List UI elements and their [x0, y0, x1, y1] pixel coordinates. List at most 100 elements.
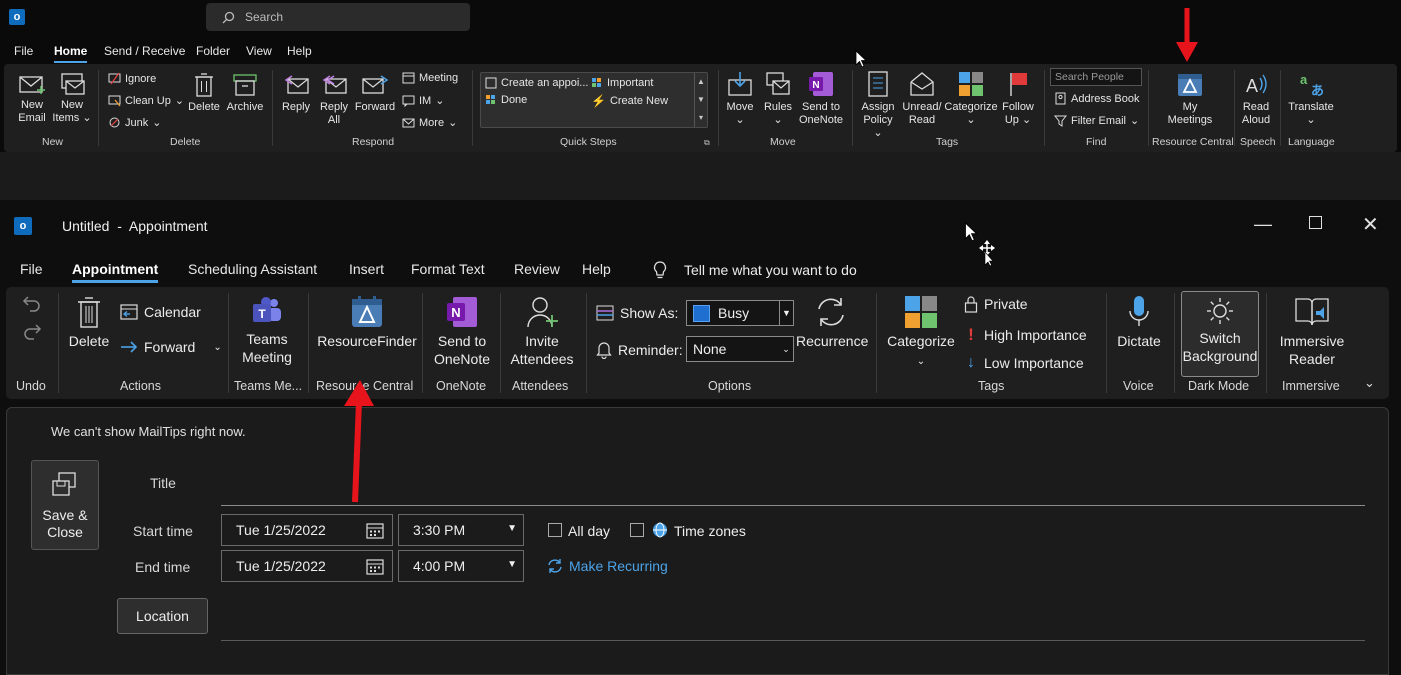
tab-view[interactable]: View — [246, 44, 272, 58]
delete-button[interactable]: Delete — [66, 295, 112, 350]
chevron-down-icon[interactable]: ⌄ — [213, 342, 221, 353]
im-button[interactable]: IM ⌄ — [402, 94, 444, 107]
group-label-teams: Teams Me... — [234, 379, 303, 393]
recurring-icon — [548, 559, 562, 573]
filter-email-button[interactable]: Filter Email ⌄ — [1054, 114, 1139, 127]
end-date-picker[interactable]: Tue 1/25/2022 — [221, 550, 393, 582]
immersive-reader-button[interactable]: Immersive Reader — [1272, 295, 1352, 368]
title-input[interactable] — [221, 505, 1365, 506]
archive-button[interactable]: Archive — [224, 72, 266, 114]
tab-help[interactable]: Help — [287, 44, 312, 58]
make-recurring-link[interactable]: Make Recurring — [547, 558, 668, 574]
forward-icon — [362, 75, 389, 94]
end-time-select[interactable]: 4:00 PM ▼ — [398, 550, 524, 582]
tab-review[interactable]: Review — [514, 261, 560, 277]
tell-me-search[interactable]: Tell me what you want to do — [652, 260, 857, 280]
quick-step-important[interactable]: Important — [591, 77, 653, 89]
reply-button[interactable]: Reply — [278, 72, 314, 114]
send-to-onenote-button[interactable]: N Send to OneNote — [798, 70, 844, 127]
quick-steps-scroll[interactable]: ▲ ▼ ▾ — [694, 73, 707, 127]
rules-button[interactable]: Rules ⌄ — [760, 70, 796, 127]
group-label-speech: Speech — [1240, 136, 1276, 148]
quick-steps-launcher-icon[interactable]: ⧉ — [704, 138, 710, 148]
reminder-label: Reminder: — [596, 341, 683, 359]
tab-scheduling-assistant[interactable]: Scheduling Assistant — [188, 261, 317, 277]
start-date-picker[interactable]: Tue 1/25/2022 — [221, 514, 393, 546]
ribbon-collapse-chevron-icon[interactable]: ⌄ — [1364, 375, 1375, 391]
time-zones-checkbox[interactable] — [630, 523, 644, 537]
redo-icon[interactable] — [22, 321, 42, 341]
tab-folder[interactable]: Folder — [196, 44, 230, 58]
close-icon[interactable]: ✕ — [1362, 212, 1379, 237]
tab-insert[interactable]: Insert — [349, 261, 384, 277]
minimize-icon[interactable]: — — [1254, 214, 1272, 235]
ignore-button[interactable]: Ignore — [108, 72, 156, 85]
high-importance-button[interactable]: ! High Importance — [964, 325, 1087, 345]
all-day-checkbox[interactable] — [548, 523, 562, 537]
group-label-actions: Actions — [120, 379, 161, 393]
maximize-icon[interactable] — [1309, 216, 1322, 229]
tab-file[interactable]: File — [20, 261, 43, 277]
start-time-select[interactable]: 3:30 PM ▼ — [398, 514, 524, 546]
flag-icon — [1010, 73, 1027, 96]
send-to-onenote-button[interactable]: N Send to OneNote — [426, 295, 498, 368]
more-respond-button[interactable]: More ⌄ — [402, 116, 457, 129]
recurrence-button[interactable]: Recurrence — [796, 295, 868, 350]
tab-send-receive[interactable]: Send / Receive — [104, 44, 185, 58]
my-meetings-button[interactable]: My Meetings — [1164, 70, 1216, 127]
svg-text:a: a — [1300, 72, 1308, 87]
show-as-select[interactable]: Busy ▼ — [686, 300, 794, 326]
calendar-icon[interactable] — [366, 558, 384, 576]
tab-format-text[interactable]: Format Text — [411, 261, 485, 277]
new-email-button[interactable]: New Email — [12, 72, 52, 125]
group-label-onenote: OneNote — [436, 379, 487, 393]
forward-button[interactable]: Forward — [352, 72, 398, 114]
save-and-close-button[interactable]: Save & Close — [31, 460, 99, 550]
junk-button[interactable]: Junk ⌄ — [108, 116, 161, 129]
tab-home[interactable]: Home — [54, 44, 88, 63]
reply-all-button[interactable]: Reply All — [316, 72, 352, 127]
address-book-button[interactable]: Address Book — [1054, 92, 1139, 105]
search-people-input[interactable]: Search People — [1050, 68, 1142, 86]
categorize-button[interactable]: Categorize ⌄ — [944, 70, 998, 127]
move-button[interactable]: Move ⌄ — [722, 70, 758, 127]
new-items-button[interactable]: New Items ⌄ — [50, 72, 94, 125]
calendar-icon[interactable] — [366, 522, 384, 540]
tab-file[interactable]: File — [14, 44, 33, 58]
low-importance-button[interactable]: ↓ Low Importance — [964, 354, 1084, 372]
separator — [1234, 70, 1235, 146]
categorize-button[interactable]: Categorize ⌄ — [884, 295, 958, 371]
tab-appointment[interactable]: Appointment — [72, 261, 159, 283]
separator — [58, 293, 59, 393]
clean-up-button[interactable]: Clean Up ⌄ — [108, 94, 184, 107]
quick-step-create-appointment[interactable]: Create an appoi... — [485, 77, 588, 89]
private-button[interactable]: Private — [964, 295, 1028, 313]
all-day-label: All day — [568, 523, 611, 539]
location-button[interactable]: Location — [117, 598, 208, 634]
quick-step-done[interactable]: Done — [485, 94, 527, 106]
dictate-button[interactable]: Dictate — [1110, 295, 1168, 350]
reminder-select[interactable]: None ⌄ — [686, 336, 794, 362]
delete-button[interactable]: Delete — [186, 72, 222, 114]
group-label-language: Language — [1288, 136, 1335, 148]
open-envelope-icon — [910, 72, 934, 96]
invite-attendees-button[interactable]: Invite Attendees — [504, 295, 580, 368]
read-aloud-button[interactable]: A Read Aloud — [1236, 70, 1276, 127]
translate-button[interactable]: aあ Translate ⌄ — [1286, 70, 1336, 127]
teams-meeting-button[interactable]: T Teams Meeting — [232, 295, 302, 366]
forward-button[interactable]: Forward ⌄ — [120, 339, 222, 355]
quick-step-create-new[interactable]: ⚡ Create New — [591, 94, 668, 108]
location-input[interactable] — [221, 640, 1365, 641]
outlook-logo-icon: o — [9, 9, 28, 25]
resource-finder-button[interactable]: ResourceFinder — [314, 295, 420, 350]
switch-background-button[interactable]: Switch Background — [1181, 291, 1259, 377]
undo-icon[interactable] — [22, 293, 42, 313]
unread-read-button[interactable]: Unread/Read — [900, 70, 944, 127]
assign-policy-button[interactable]: Assign Policy ⌄ — [858, 70, 898, 140]
follow-up-button[interactable]: Follow Up ⌄ — [998, 70, 1038, 127]
meeting-button[interactable]: Meeting — [402, 71, 458, 84]
microphone-icon — [1129, 296, 1149, 326]
tab-help[interactable]: Help — [582, 261, 611, 277]
calendar-button[interactable]: Calendar — [120, 303, 201, 321]
search-input[interactable]: Search — [206, 3, 470, 31]
